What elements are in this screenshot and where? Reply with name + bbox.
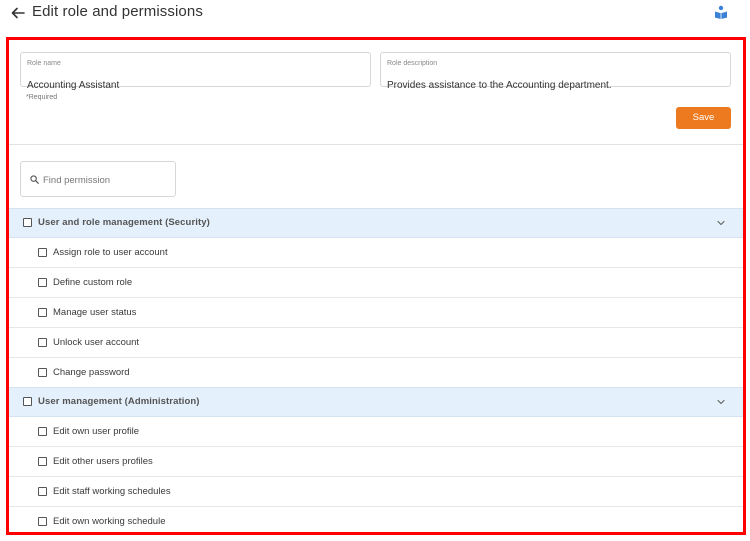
book-reader-icon[interactable] — [714, 5, 728, 19]
find-permission-search[interactable] — [20, 161, 176, 197]
permission-label: Edit own working schedule — [53, 516, 166, 527]
search-icon — [30, 175, 39, 184]
role-description-label: Role description — [387, 60, 438, 67]
arrow-left-icon[interactable] — [10, 5, 26, 21]
chevron-down-icon[interactable] — [716, 397, 726, 407]
permission-label: Change password — [53, 367, 130, 378]
permission-row[interactable]: Edit own user profile — [9, 417, 743, 447]
section-divider — [9, 144, 743, 145]
permission-label: Edit own user profile — [53, 426, 140, 437]
permission-label: Define custom role — [53, 277, 133, 288]
group-label: User management (Administration) — [38, 396, 200, 407]
group-checkbox[interactable] — [23, 218, 32, 227]
group-label: User and role management (Security) — [38, 217, 210, 228]
permission-row[interactable]: Edit own working schedule — [9, 507, 743, 532]
search-input[interactable] — [43, 173, 171, 187]
permission-label: Edit other users profiles — [53, 456, 153, 467]
permission-label: Edit staff working schedules — [53, 486, 171, 497]
permission-label: Assign role to user account — [53, 247, 168, 258]
permission-checkbox[interactable] — [38, 278, 47, 287]
permission-row[interactable]: Assign role to user account — [9, 238, 743, 268]
permission-checkbox[interactable] — [38, 427, 47, 436]
permission-row[interactable]: Edit staff working schedules — [9, 477, 743, 507]
permissions-editor: Role name Accounting Assistant Role desc… — [9, 40, 743, 532]
permission-label: Manage user status — [53, 307, 137, 318]
permission-group-administration[interactable]: User management (Administration) — [9, 387, 743, 417]
permission-checkbox[interactable] — [38, 338, 47, 347]
permission-checkbox[interactable] — [38, 457, 47, 466]
role-description-field[interactable]: Role description Provides assistance to … — [380, 52, 731, 91]
permission-checkbox[interactable] — [38, 487, 47, 496]
group-checkbox[interactable] — [23, 397, 32, 406]
chevron-down-icon[interactable] — [716, 218, 726, 228]
role-name-label: Role name — [27, 60, 61, 67]
role-name-field[interactable]: Role name Accounting Assistant — [20, 52, 371, 91]
permission-row[interactable]: Define custom role — [9, 268, 743, 298]
highlighted-panel: Role name Accounting Assistant Role desc… — [6, 37, 746, 535]
permission-row[interactable]: Unlock user account — [9, 328, 743, 358]
permission-checkbox[interactable] — [38, 308, 47, 317]
page-title: Edit role and permissions — [32, 3, 203, 20]
permission-row[interactable]: Edit other users profiles — [9, 447, 743, 477]
permission-checkbox[interactable] — [38, 368, 47, 377]
permission-group-security[interactable]: User and role management (Security) — [9, 208, 743, 238]
permission-checkbox[interactable] — [38, 248, 47, 257]
top-bar: Edit role and permissions — [0, 0, 750, 32]
save-button[interactable]: Save — [676, 107, 731, 129]
role-description-value[interactable]: Provides assistance to the Accounting de… — [387, 80, 612, 91]
permission-row[interactable]: Change password — [9, 358, 743, 388]
permission-label: Unlock user account — [53, 337, 140, 348]
role-name-value[interactable]: Accounting Assistant — [27, 80, 119, 91]
permission-row[interactable]: Manage user status — [9, 298, 743, 328]
required-note: *Required — [26, 94, 58, 101]
permission-checkbox[interactable] — [38, 517, 47, 526]
